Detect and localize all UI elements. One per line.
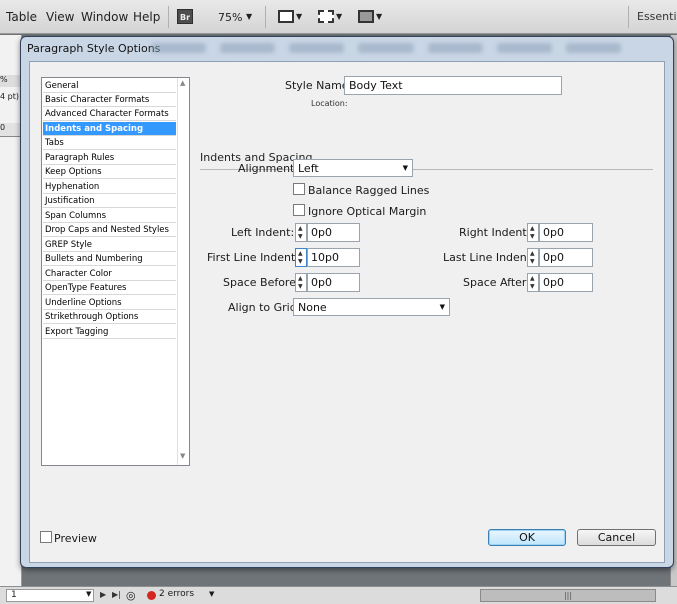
first-line-indent-label: First Line Indent: bbox=[207, 251, 300, 264]
balance-ragged-lines-checkbox[interactable] bbox=[293, 183, 305, 195]
space-after-field[interactable]: 0p0 bbox=[539, 273, 593, 292]
category-list[interactable]: General Basic Character Formats Advanced… bbox=[41, 77, 190, 466]
align-to-grid-label: Align to Grid: bbox=[228, 301, 301, 314]
category-paragraph-rules[interactable]: Paragraph Rules bbox=[43, 151, 176, 165]
zoom-dropdown-icon[interactable]: ▼ bbox=[246, 12, 252, 21]
page-number-field[interactable]: 1 bbox=[6, 589, 94, 602]
category-bullets-and-numbering[interactable]: Bullets and Numbering bbox=[43, 252, 176, 266]
category-opentype-features[interactable]: OpenType Features bbox=[43, 281, 176, 295]
toolbar-separator bbox=[265, 6, 266, 28]
zoom-stub: % bbox=[0, 75, 22, 87]
alignment-value: Left bbox=[298, 162, 319, 175]
toolbar-separator bbox=[628, 6, 629, 28]
preflight-icon[interactable]: ◎ bbox=[126, 589, 136, 602]
last-page-icon[interactable]: ▶| bbox=[112, 590, 121, 599]
category-tabs[interactable]: Tabs bbox=[43, 136, 176, 150]
category-drop-caps[interactable]: Drop Caps and Nested Styles bbox=[43, 223, 176, 237]
space-after-stepper[interactable]: ▲ ▼ bbox=[527, 273, 539, 292]
category-hyphenation[interactable]: Hyphenation bbox=[43, 180, 176, 194]
category-grep-style[interactable]: GREP Style bbox=[43, 238, 176, 252]
screen-mode-dropdown-icon[interactable]: ▼ bbox=[336, 12, 342, 21]
last-line-indent-stepper[interactable]: ▲ ▼ bbox=[527, 248, 539, 267]
first-line-indent-field[interactable]: 10p0 bbox=[307, 248, 360, 267]
alignment-select[interactable]: Left ▼ bbox=[293, 159, 413, 177]
menu-table[interactable]: Table bbox=[6, 10, 37, 24]
arrange-documents-icon[interactable] bbox=[358, 10, 374, 23]
category-underline-options[interactable]: Underline Options bbox=[43, 296, 176, 310]
menu-window[interactable]: Window bbox=[81, 10, 128, 24]
align-to-grid-value: None bbox=[298, 301, 327, 314]
last-line-indent-label: Last Line Indent: bbox=[443, 251, 535, 264]
location-label: Location: bbox=[311, 99, 348, 108]
ignore-optical-margin-label[interactable]: Ignore Optical Margin bbox=[308, 205, 426, 218]
paragraph-style-options-dialog: Paragraph Style Options General Basic Ch… bbox=[20, 36, 674, 568]
category-general[interactable]: General bbox=[43, 79, 176, 93]
toolbar-separator bbox=[168, 6, 169, 28]
space-before-label: Space Before: bbox=[223, 276, 300, 289]
menu-help[interactable]: Help bbox=[133, 10, 160, 24]
horizontal-scrollbar[interactable]: ||| bbox=[480, 589, 656, 602]
category-basic-character-formats[interactable]: Basic Character Formats bbox=[43, 93, 176, 107]
chevron-down-icon: ▼ bbox=[402, 164, 408, 172]
right-indent-field[interactable]: 0p0 bbox=[539, 223, 593, 242]
measure-stub: 4 pt) bbox=[0, 92, 19, 101]
left-indent-field[interactable]: 0p0 bbox=[307, 223, 360, 242]
view-options-dropdown-icon[interactable]: ▼ bbox=[296, 12, 302, 21]
document-edge-left: % 4 pt) 0 bbox=[0, 35, 22, 590]
chevron-down-icon: ▼ bbox=[439, 303, 445, 311]
category-export-tagging[interactable]: Export Tagging bbox=[43, 325, 176, 339]
next-page-icon[interactable]: ▶ bbox=[100, 590, 106, 599]
right-indent-stepper[interactable]: ▲ ▼ bbox=[527, 223, 539, 242]
ruler-stub: 0 bbox=[0, 123, 22, 137]
alignment-label: Alignment: bbox=[238, 162, 299, 175]
category-advanced-character-formats[interactable]: Advanced Character Formats bbox=[43, 107, 176, 121]
arrange-documents-dropdown-icon[interactable]: ▼ bbox=[376, 12, 382, 21]
app-menubar: Table View Window Help Br 75% ▼ ▼ ▼ ▼ Es… bbox=[0, 0, 677, 34]
right-indent-label: Right Indent: bbox=[459, 226, 531, 239]
category-indents-and-spacing[interactable]: Indents and Spacing bbox=[43, 122, 176, 136]
scroll-down-icon[interactable]: ▼ bbox=[180, 452, 185, 460]
workspace-switcher[interactable]: Essentials bbox=[637, 10, 677, 23]
style-name-label: Style Name: bbox=[285, 79, 353, 92]
scroll-up-icon[interactable]: ▲ bbox=[180, 79, 185, 87]
ok-button[interactable]: OK bbox=[488, 529, 566, 546]
zoom-level[interactable]: 75% bbox=[218, 11, 242, 24]
space-before-stepper[interactable]: ▲ ▼ bbox=[295, 273, 307, 292]
view-options-icon[interactable] bbox=[278, 10, 294, 23]
preview-label[interactable]: Preview bbox=[54, 532, 97, 545]
category-keep-options[interactable]: Keep Options bbox=[43, 165, 176, 179]
screen-mode-icon[interactable] bbox=[318, 10, 334, 23]
category-justification[interactable]: Justification bbox=[43, 194, 176, 208]
style-name-input[interactable]: Body Text bbox=[344, 76, 562, 95]
dialog-title: Paragraph Style Options bbox=[27, 42, 161, 55]
space-after-label: Space After: bbox=[463, 276, 530, 289]
status-bar: 1 ▼ ▶ ▶| ◎ 2 errors ▼ ||| bbox=[0, 586, 677, 604]
left-indent-stepper[interactable]: ▲ ▼ bbox=[295, 223, 307, 242]
left-indent-label: Left Indent: bbox=[231, 226, 295, 239]
align-to-grid-select[interactable]: None ▼ bbox=[293, 298, 450, 316]
category-strikethrough-options[interactable]: Strikethrough Options bbox=[43, 310, 176, 324]
balance-ragged-lines-label[interactable]: Balance Ragged Lines bbox=[308, 184, 429, 197]
errors-dropdown-icon[interactable]: ▼ bbox=[209, 590, 214, 598]
page-dropdown-icon[interactable]: ▼ bbox=[86, 590, 91, 598]
space-before-field[interactable]: 0p0 bbox=[307, 273, 360, 292]
error-count[interactable]: 2 errors bbox=[159, 589, 194, 599]
menu-view[interactable]: View bbox=[46, 10, 74, 24]
ignore-optical-margin-checkbox[interactable] bbox=[293, 204, 305, 216]
error-status-icon bbox=[147, 591, 156, 600]
category-span-columns[interactable]: Span Columns bbox=[43, 209, 176, 223]
last-line-indent-field[interactable]: 0p0 bbox=[539, 248, 593, 267]
cancel-button[interactable]: Cancel bbox=[577, 529, 656, 546]
dialog-body: General Basic Character Formats Advanced… bbox=[29, 61, 665, 563]
preview-checkbox[interactable] bbox=[40, 531, 52, 543]
category-character-color[interactable]: Character Color bbox=[43, 267, 176, 281]
title-bar-background bbox=[151, 39, 621, 55]
category-list-scrollbar[interactable]: ▲ ▼ bbox=[177, 78, 189, 465]
first-line-indent-stepper[interactable]: ▲ ▼ bbox=[295, 248, 307, 267]
bridge-button[interactable]: Br bbox=[177, 9, 193, 24]
